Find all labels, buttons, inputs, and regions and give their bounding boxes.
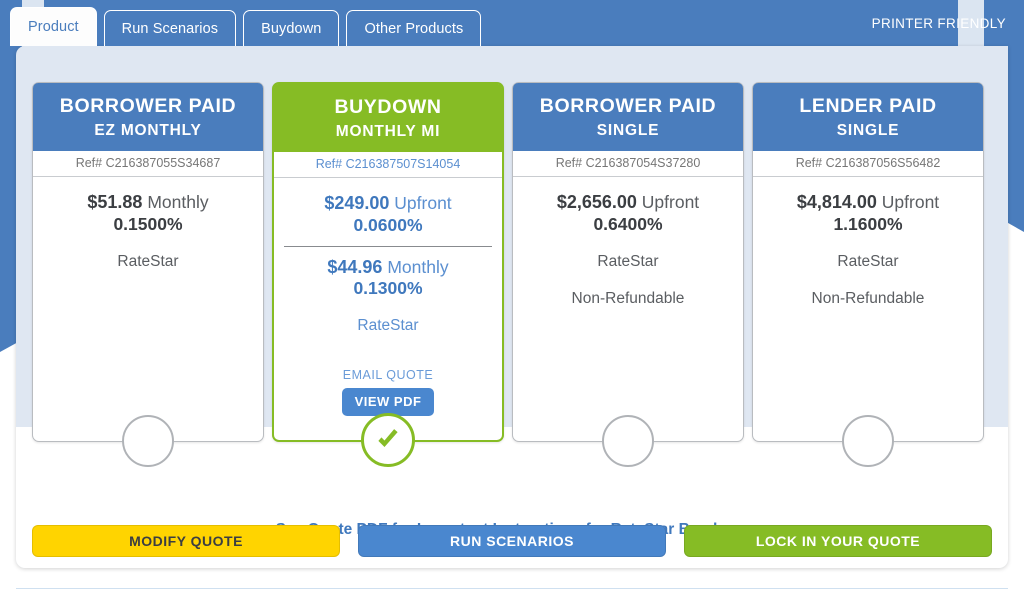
card-body: $2,656.00 Upfront 0.6400% RateStar Non-R… <box>513 177 743 441</box>
view-pdf-button[interactable]: VIEW PDF <box>341 387 435 416</box>
price-rate: 1.1600% <box>833 213 903 234</box>
card-reference-number: Ref# C216387507S14054 <box>274 152 502 178</box>
tab-run-scenarios[interactable]: Run Scenarios <box>103 10 237 46</box>
select-quote-radio[interactable] <box>842 415 894 467</box>
quote-card-borrower-paid-single[interactable]: BORROWER PAID SINGLE Ref# C216387054S372… <box>512 82 744 467</box>
tab-bar: Product Run Scenarios Buydown Other Prod… <box>0 0 1024 46</box>
select-quote-radio[interactable] <box>122 415 174 467</box>
price-amount: $51.88 <box>87 191 143 212</box>
price-block: $2,656.00 Upfront 0.6400% <box>523 191 733 236</box>
card-title: BORROWER PAID <box>539 95 717 117</box>
price-rate: 0.6400% <box>593 213 663 234</box>
card-subtitle: SINGLE <box>596 121 660 139</box>
select-quote-radio[interactable] <box>602 415 654 467</box>
card-title: BORROWER PAID <box>59 95 237 117</box>
tab-buydown[interactable]: Buydown <box>243 10 340 46</box>
tab-product[interactable]: Product <box>10 7 97 46</box>
card-reference-number: Ref# C216387054S37280 <box>513 151 743 177</box>
bottom-divider <box>16 588 1008 589</box>
price-rate: 0.0600% <box>353 214 423 235</box>
printer-friendly-link[interactable]: PRINTER FRIENDLY <box>872 16 1006 31</box>
lock-in-your-quote-button[interactable]: LOCK IN YOUR QUOTE <box>684 525 992 557</box>
price-block: $4,814.00 Upfront 1.1600% <box>763 191 973 236</box>
tab-label: Other Products <box>364 20 464 37</box>
card-note: RateStar <box>117 252 179 270</box>
footer-button-row: MODIFY QUOTE RUN SCENARIOS LOCK IN YOUR … <box>32 525 992 557</box>
card-note: Non-Refundable <box>811 289 925 307</box>
card-header: BORROWER PAID EZ MONTHLY <box>33 83 263 151</box>
card-subtitle: EZ MONTHLY <box>94 121 202 139</box>
price-line: $44.96 Monthly <box>292 256 484 279</box>
card-header: BUYDOWN MONTHLY MI <box>274 84 502 152</box>
card-note: Non-Refundable <box>571 289 685 307</box>
card-reference-number: Ref# C216387055S34687 <box>33 151 263 177</box>
price-rate: 0.1500% <box>113 213 183 234</box>
product-panel: BORROWER PAID EZ MONTHLY Ref# C216387055… <box>16 46 1008 568</box>
card-note: RateStar <box>837 252 899 270</box>
quote-card-borrower-paid-ez-monthly[interactable]: BORROWER PAID EZ MONTHLY Ref# C216387055… <box>32 82 264 467</box>
price-term: Monthly <box>147 191 209 212</box>
price-term: Monthly <box>387 256 449 277</box>
price-rate: 0.1300% <box>353 278 423 299</box>
card-body: $4,814.00 Upfront 1.1600% RateStar Non-R… <box>753 177 983 441</box>
price-term: Upfront <box>394 192 452 213</box>
price-block: $44.96 Monthly 0.1300% <box>284 245 492 301</box>
price-amount: $2,656.00 <box>556 191 637 212</box>
card-title: BUYDOWN <box>334 96 442 118</box>
run-scenarios-button[interactable]: RUN SCENARIOS <box>358 525 666 557</box>
quote-card-list: BORROWER PAID EZ MONTHLY Ref# C216387055… <box>32 82 992 467</box>
card-header: LENDER PAID SINGLE <box>753 83 983 151</box>
price-amount: $4,814.00 <box>796 191 877 212</box>
card-subtitle: MONTHLY MI <box>335 122 441 140</box>
card-reference-number: Ref# C216387056S56482 <box>753 151 983 177</box>
price-line: $2,656.00 Upfront <box>531 191 725 214</box>
price-term: Upfront <box>641 191 700 212</box>
price-line: $4,814.00 Upfront <box>771 191 965 214</box>
price-block: $51.88 Monthly 0.1500% <box>43 191 253 236</box>
tab-label: Product <box>28 19 79 35</box>
card-subtitle: SINGLE <box>836 121 900 139</box>
price-block: $249.00 Upfront 0.0600% <box>284 192 492 237</box>
tab-label: Run Scenarios <box>121 20 219 37</box>
modify-quote-button[interactable]: MODIFY QUOTE <box>32 525 340 557</box>
email-quote-link[interactable]: EMAIL QUOTE <box>284 368 492 382</box>
card-note: RateStar <box>357 317 419 335</box>
check-icon <box>378 429 398 447</box>
card-header: BORROWER PAID SINGLE <box>513 83 743 151</box>
quote-card-lender-paid-single[interactable]: LENDER PAID SINGLE Ref# C216387056S56482… <box>752 82 984 467</box>
card-note: RateStar <box>597 252 659 270</box>
quote-card-buydown-monthly-mi[interactable]: BUYDOWN MONTHLY MI Ref# C216387507S14054… <box>272 82 504 467</box>
price-line: $51.88 Monthly <box>51 191 245 214</box>
select-quote-radio[interactable] <box>361 413 415 467</box>
card-body: $249.00 Upfront 0.0600% $44.96 Monthly 0… <box>274 178 502 440</box>
price-term: Upfront <box>881 191 940 212</box>
tab-label: Buydown <box>261 20 322 37</box>
price-amount: $44.96 <box>327 256 383 277</box>
tab-other-products[interactable]: Other Products <box>346 10 482 46</box>
card-title: LENDER PAID <box>799 95 937 117</box>
price-line: $249.00 Upfront <box>292 192 484 215</box>
price-amount: $249.00 <box>324 192 390 213</box>
card-body: $51.88 Monthly 0.1500% RateStar <box>33 177 263 441</box>
